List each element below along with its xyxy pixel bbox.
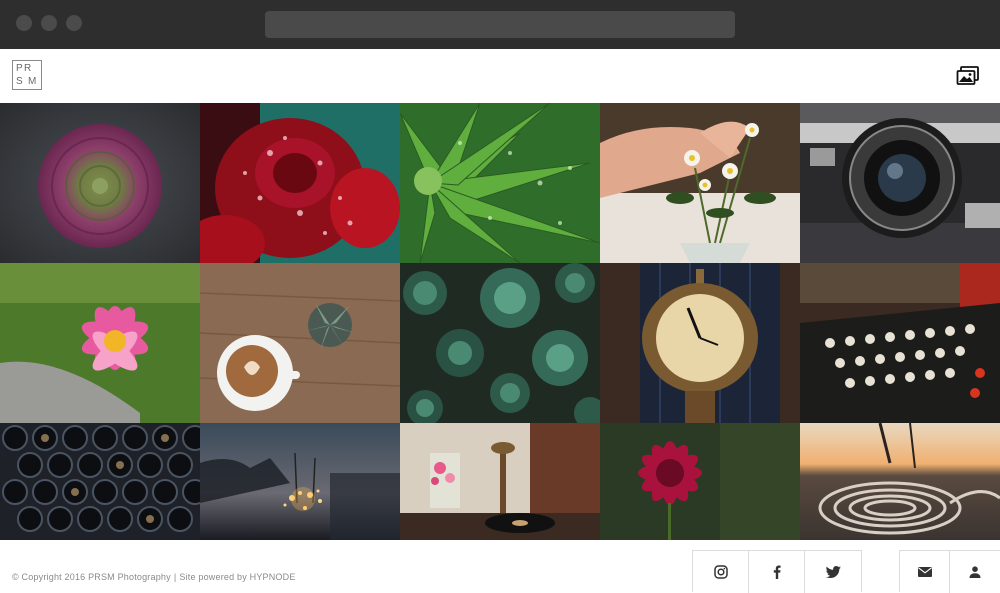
photo-vintage-camera [800,103,1000,263]
photo-tile[interactable] [800,423,1000,540]
mail-icon [917,567,932,577]
photo-grid [0,103,1000,540]
gallery-images-icon[interactable] [956,65,980,87]
photo-crimson-dahlia [600,423,800,540]
photo-typewriter-keys [800,263,1000,423]
photo-water-lily [0,263,200,423]
user-icon [969,566,981,578]
browser-chrome [0,0,1000,49]
photo-tile[interactable] [600,263,800,423]
instagram-button[interactable] [693,551,749,593]
logo-letter: M [28,76,37,87]
site-footer: © Copyright 2016 PRSM Photography | Site p… [0,540,1000,593]
photo-tile[interactable] [0,263,200,423]
copyright-text: © Copyright 2016 PRSM Photography [12,572,171,582]
photo-tile[interactable] [600,423,800,540]
photo-red-peony [200,103,400,263]
photo-tile[interactable] [400,423,600,540]
facebook-button[interactable] [749,551,805,593]
hypnode-link[interactable]: HYPNODE [250,572,296,582]
photo-tile[interactable] [800,103,1000,263]
logo-letter: P [16,63,23,74]
photo-boat-rope [800,423,1000,540]
photo-tile[interactable] [400,263,600,423]
photo-purple-succulent [0,103,200,263]
footer-separator: | [173,572,177,582]
photo-hand-daisies [600,103,800,263]
photo-tile[interactable] [200,263,400,423]
twitter-icon [825,566,841,578]
photo-telephone-record-player [400,423,600,540]
window-maximize-dot[interactable] [66,15,82,31]
photo-tile[interactable] [200,103,400,263]
account-button[interactable] [950,551,1000,593]
photo-tile[interactable] [0,423,200,540]
photo-tile[interactable] [400,103,600,263]
photo-station-clock [600,263,800,423]
social-links [692,550,862,593]
contact-links [899,550,1000,593]
logo-letter: S [16,76,23,87]
copyright-line: © Copyright 2016 PRSM Photography | Site p… [12,572,296,582]
site-header: P R S M [0,49,1000,103]
window-close-dot[interactable] [16,15,32,31]
site-logo[interactable]: P R S M [12,60,42,90]
photo-green-aloe [400,103,600,263]
photo-tile[interactable] [200,423,400,540]
photo-tile[interactable] [800,263,1000,423]
powered-by-label: Site powered by [179,572,247,582]
window-minimize-dot[interactable] [41,15,57,31]
address-bar[interactable] [265,11,735,38]
email-button[interactable] [900,551,950,593]
photo-succulent-bed [400,263,600,423]
photo-latte-table [200,263,400,423]
logo-letter: R [24,63,32,74]
facebook-icon [773,565,781,579]
photo-tile[interactable] [600,103,800,263]
photo-sparklers [200,423,400,540]
instagram-icon [713,565,728,579]
twitter-button[interactable] [805,551,861,593]
photo-tile[interactable] [0,103,200,263]
photo-stacked-pipes [0,423,200,540]
